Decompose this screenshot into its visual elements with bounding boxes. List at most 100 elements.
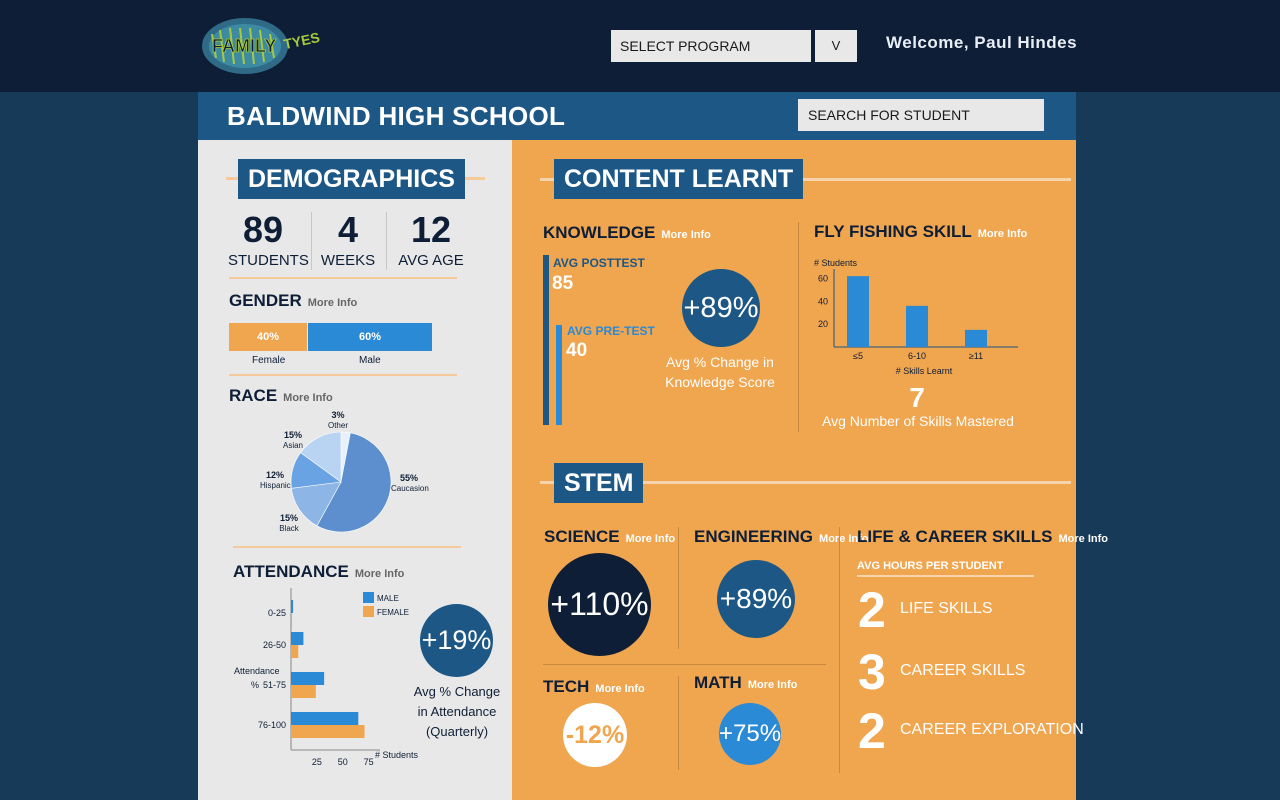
life-career-more-info-link[interactable]: More Info bbox=[1059, 533, 1109, 545]
race-label-hispanic: 12% Hispanic bbox=[260, 470, 291, 491]
content-learnt-heading: CONTENT LEARNT bbox=[554, 159, 804, 199]
divider bbox=[386, 212, 387, 270]
fly-category-label: ≤5 bbox=[853, 351, 863, 361]
demographics-heading: DEMOGRAPHICS bbox=[238, 159, 465, 199]
race-label-black: 15% Black bbox=[278, 513, 300, 534]
science-circle: +110% bbox=[548, 553, 651, 656]
attendance-category-label: 51-75 bbox=[263, 680, 286, 690]
attendance-x-tick: 25 bbox=[312, 757, 322, 767]
pretest-bar bbox=[556, 325, 562, 425]
attendance-title: ATTENDANCE bbox=[233, 562, 349, 581]
stem-heading: STEM bbox=[554, 463, 644, 503]
stat-label: WEEKS bbox=[320, 252, 376, 269]
gender-title: GENDER bbox=[229, 291, 302, 310]
welcome-message: Welcome, Paul Hindes bbox=[886, 33, 1078, 52]
divider bbox=[311, 212, 312, 270]
attendance-y-label: Attendance bbox=[234, 666, 280, 676]
svg-text:FAMILY: FAMILY bbox=[212, 36, 276, 56]
race-name: Caucasion bbox=[391, 484, 429, 493]
fly-avg-label: Avg Number of Skills Mastered bbox=[822, 413, 1014, 429]
tech-heading: TECH More Info bbox=[543, 677, 645, 697]
gender-female-label: Female bbox=[252, 355, 286, 366]
race-label-asian: 15% Asian bbox=[281, 430, 305, 451]
attendance-change-label: Avg % Change in Attendance (Quarterly) bbox=[412, 682, 502, 742]
stat-students: 89 STUDENTS bbox=[228, 210, 309, 270]
posttest-value: 85 bbox=[552, 273, 574, 294]
svg-text:TYES: TYES bbox=[282, 29, 321, 52]
divider bbox=[233, 546, 461, 548]
gender-more-info-link[interactable]: More Info bbox=[308, 297, 358, 309]
knowledge-more-info-link[interactable]: More Info bbox=[661, 229, 711, 241]
family-tyes-logo[interactable]: FAMILY TYES bbox=[200, 16, 340, 76]
pretest-label: AVG PRE-TEST bbox=[567, 324, 655, 338]
attendance-bar-female bbox=[291, 725, 365, 738]
gender-heading: GENDER More Info bbox=[229, 291, 357, 311]
race-label-caucasion: 55% Caucasion bbox=[391, 473, 429, 494]
life-skills-hours: 2 bbox=[858, 582, 886, 638]
select-program-caret[interactable]: V bbox=[815, 30, 857, 62]
stat-value: 4 bbox=[337, 209, 359, 250]
life-career-heading: LIFE & CAREER SKILLS More Info bbox=[857, 527, 1108, 547]
career-skills-hours: 3 bbox=[858, 644, 886, 700]
attendance-bar-male bbox=[291, 672, 325, 685]
fly-fishing-more-info-link[interactable]: More Info bbox=[978, 228, 1028, 240]
science-more-info-link[interactable]: More Info bbox=[626, 533, 676, 545]
fly-bar bbox=[847, 276, 869, 347]
career-skills-label: CAREER SKILLS bbox=[900, 662, 1026, 679]
life-career-subtitle: AVG HOURS PER STUDENT bbox=[857, 560, 1004, 572]
knowledge-change-circle: +89% bbox=[682, 269, 760, 347]
engineering-title: ENGINEERING bbox=[694, 527, 814, 546]
attendance-more-info-link[interactable]: More Info bbox=[355, 568, 405, 580]
attendance-x-tick: 50 bbox=[338, 757, 348, 767]
divider bbox=[229, 277, 457, 279]
fly-fishing-title: FLY FISHING SKILL bbox=[814, 222, 972, 241]
divider bbox=[678, 676, 679, 770]
tech-more-info-link[interactable]: More Info bbox=[595, 683, 645, 695]
attendance-category-label: 26-50 bbox=[263, 640, 286, 650]
legend-female-swatch bbox=[363, 606, 374, 617]
fly-x-label: # Skills Learnt bbox=[896, 366, 953, 376]
fly-category-label: ≥11 bbox=[969, 351, 983, 361]
legend-male-label: MALE bbox=[377, 594, 399, 603]
attendance-heading: ATTENDANCE More Info bbox=[233, 562, 404, 582]
race-name: Hispanic bbox=[260, 481, 291, 490]
knowledge-heading: KNOWLEDGE More Info bbox=[543, 223, 711, 243]
divider bbox=[543, 664, 826, 665]
attendance-bar-male bbox=[291, 600, 294, 613]
stat-label: AVG AGE bbox=[398, 252, 464, 269]
fly-avg-value: 7 bbox=[909, 382, 925, 413]
attendance-bar-female bbox=[291, 613, 293, 626]
attendance-x-tick: 75 bbox=[364, 757, 374, 767]
attendance-category-label: 76-100 bbox=[258, 720, 286, 730]
posttest-bar bbox=[543, 255, 549, 425]
math-title: MATH bbox=[694, 673, 742, 692]
science-title: SCIENCE bbox=[544, 527, 620, 546]
knowledge-change-label: Avg % Change in Knowledge Score bbox=[660, 352, 780, 392]
race-pct: 3% bbox=[331, 410, 345, 420]
career-exploration-hours: 2 bbox=[858, 703, 886, 759]
school-title: BALDWIND HIGH SCHOOL bbox=[227, 101, 566, 131]
race-more-info-link[interactable]: More Info bbox=[283, 392, 333, 404]
attendance-bar-chart: 0-25 26-50 51-75 76-100 25 50 75# Students Atte… bbox=[234, 588, 419, 767]
student-search-input[interactable] bbox=[798, 99, 1044, 131]
attendance-category-label: 0-25 bbox=[268, 608, 286, 618]
top-bar: FAMILY TYES SELECT PROGRAM V Welcome, Pa… bbox=[0, 0, 1280, 92]
science-heading: SCIENCE More Info bbox=[544, 527, 675, 547]
race-pct: 15% bbox=[283, 430, 302, 440]
fly-bar bbox=[965, 329, 987, 347]
race-pct: 15% bbox=[279, 513, 298, 523]
tech-circle: -12% bbox=[563, 703, 627, 767]
attendance-bar-male bbox=[291, 712, 359, 725]
knowledge-title: KNOWLEDGE bbox=[543, 223, 656, 242]
select-program-dropdown[interactable]: SELECT PROGRAM bbox=[611, 30, 811, 62]
race-pct: 55% bbox=[399, 473, 418, 483]
fly-category-label: 6-10 bbox=[908, 351, 926, 361]
divider bbox=[857, 575, 1034, 577]
life-career-title: LIFE & CAREER SKILLS bbox=[857, 527, 1053, 546]
math-more-info-link[interactable]: More Info bbox=[748, 679, 798, 691]
stat-weeks: 4 WEEKS bbox=[318, 209, 378, 270]
fly-fishing-heading: FLY FISHING SKILL More Info bbox=[814, 222, 1027, 242]
knowledge-change-line: Avg % Change in bbox=[666, 354, 774, 370]
fly-bar bbox=[906, 305, 928, 347]
posttest-label: AVG POSTTEST bbox=[553, 256, 645, 270]
